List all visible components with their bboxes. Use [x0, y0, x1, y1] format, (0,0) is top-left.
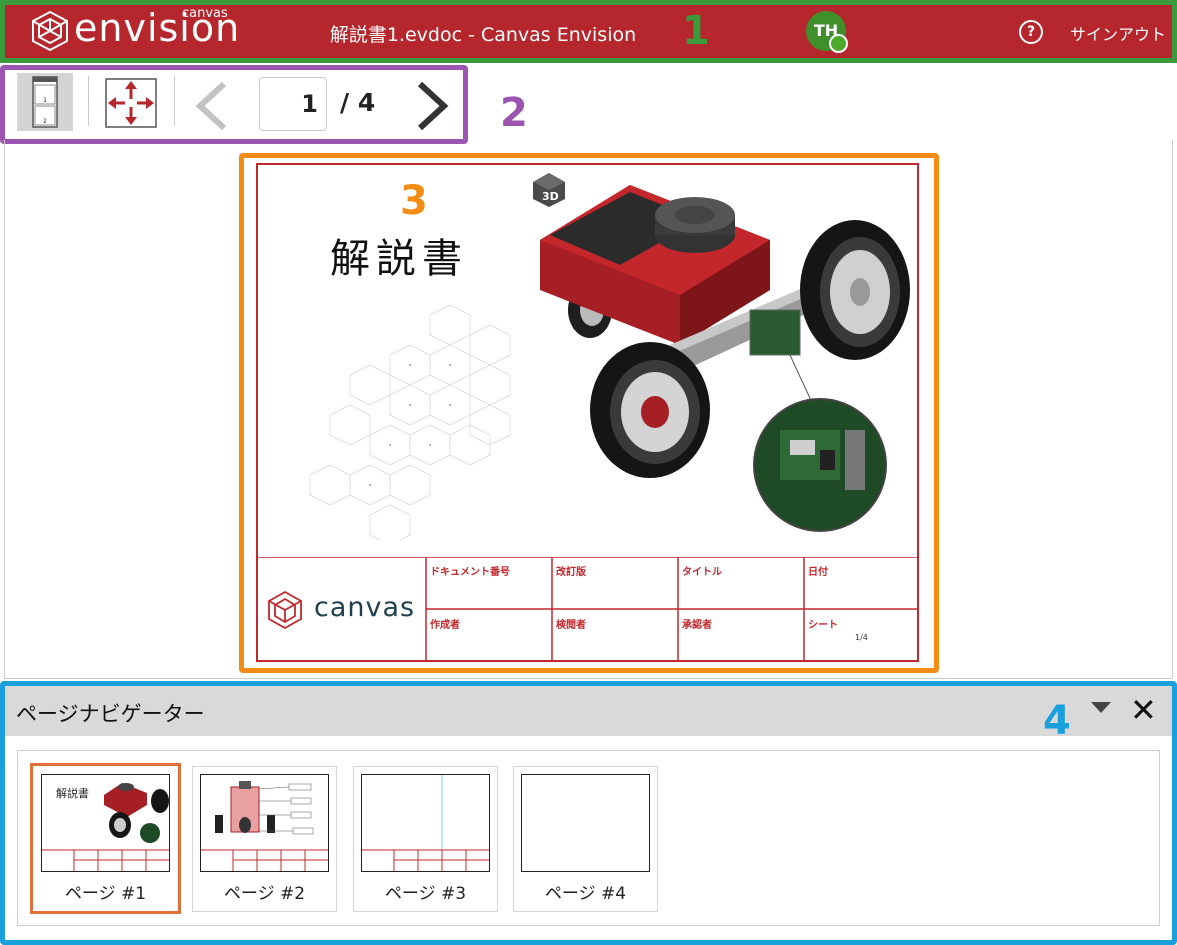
annotation-marker-3: 3	[400, 178, 428, 224]
annotation-box-header	[0, 0, 1177, 63]
annotation-marker-4: 4	[1043, 698, 1071, 744]
annotation-box-viewer	[239, 153, 939, 673]
annotation-box-navigator	[0, 681, 1177, 945]
annotation-box-toolbar	[0, 65, 468, 144]
annotation-marker-1: 1	[682, 8, 710, 54]
annotation-marker-2: 2	[500, 90, 528, 136]
